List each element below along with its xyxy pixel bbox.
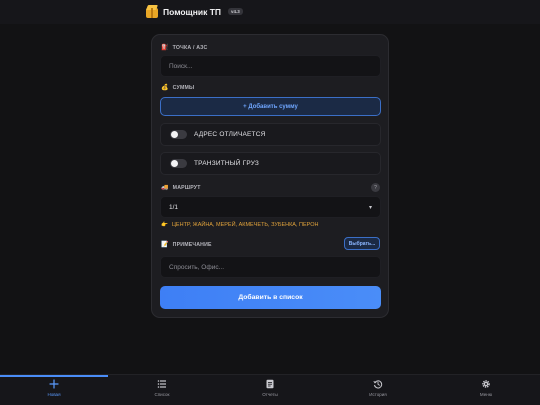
transit-cargo-switch[interactable]	[170, 159, 187, 168]
nav-item-history[interactable]: История	[324, 379, 432, 405]
active-tab-indicator	[0, 375, 108, 377]
nav-item-new[interactable]: Новая	[0, 379, 108, 405]
list-icon	[157, 380, 166, 388]
new-entry-card: ⛽ ТОЧКА / АЗС Поиск... 💰 СУММЫ + Добавит…	[151, 34, 389, 318]
note-input[interactable]: Спросить, Офис...	[160, 256, 381, 278]
document-icon	[266, 379, 274, 389]
nav-item-list[interactable]: Список	[108, 379, 216, 405]
app-header: Помощник ТП v4.3	[0, 0, 540, 24]
route-label: 🚚 МАРШРУТ	[161, 184, 201, 192]
history-icon	[373, 380, 383, 389]
box-logo-icon	[146, 5, 158, 18]
station-label: ⛽ ТОЧКА / АЗС	[161, 44, 208, 52]
station-search-input[interactable]: Поиск...	[160, 55, 381, 77]
sums-label: 💰 СУММЫ	[161, 84, 195, 92]
app-title: Помощник ТП	[163, 6, 222, 17]
gear-icon	[482, 380, 490, 388]
address-differs-label: АДРЕС ОТЛИЧАЕТСЯ	[194, 131, 266, 138]
pointing-hand-icon: 👉	[161, 222, 168, 228]
nav-item-menu[interactable]: Меню	[432, 379, 540, 405]
route-help-icon[interactable]: ?	[371, 183, 380, 192]
chevron-down-icon: ▾	[368, 204, 372, 211]
bottom-nav: Новая Список Отчеты История Меню	[0, 374, 540, 405]
transit-cargo-label: ТРАНЗИТНЫЙ ГРУЗ	[194, 160, 260, 167]
route-hint: 👉 ЦЕНТР, ЖАЙНА, МЕРЕЙ, АКМЕЧЕТЬ, ЗУБЕНКА…	[161, 222, 319, 228]
add-to-list-button[interactable]: Добавить в список	[160, 286, 381, 309]
transit-cargo-toggle-row[interactable]: ТРАНЗИТНЫЙ ГРУЗ	[160, 152, 381, 175]
nav-item-reports[interactable]: Отчеты	[216, 379, 324, 405]
money-bag-icon: 💰	[161, 85, 169, 91]
truck-icon: 🚚	[161, 185, 169, 191]
memo-icon: 📝	[161, 242, 169, 248]
address-differs-toggle-row[interactable]: АДРЕС ОТЛИЧАЕТСЯ	[160, 123, 381, 146]
route-select[interactable]: 1/1 ▾	[160, 196, 381, 218]
brand: Помощник ТП v4.3	[146, 5, 243, 18]
address-differs-switch[interactable]	[170, 130, 187, 139]
plus-icon	[49, 379, 59, 389]
fuel-pump-icon: ⛽	[161, 45, 169, 51]
route-selected-value: 1/1	[169, 203, 179, 211]
note-label: 📝 ПРИМЕЧАНИЕ	[161, 241, 212, 249]
version-badge: v4.3	[228, 8, 243, 15]
add-sum-button[interactable]: + Добавить сумму	[160, 97, 381, 116]
choose-note-button[interactable]: Выбрать...	[344, 237, 380, 250]
